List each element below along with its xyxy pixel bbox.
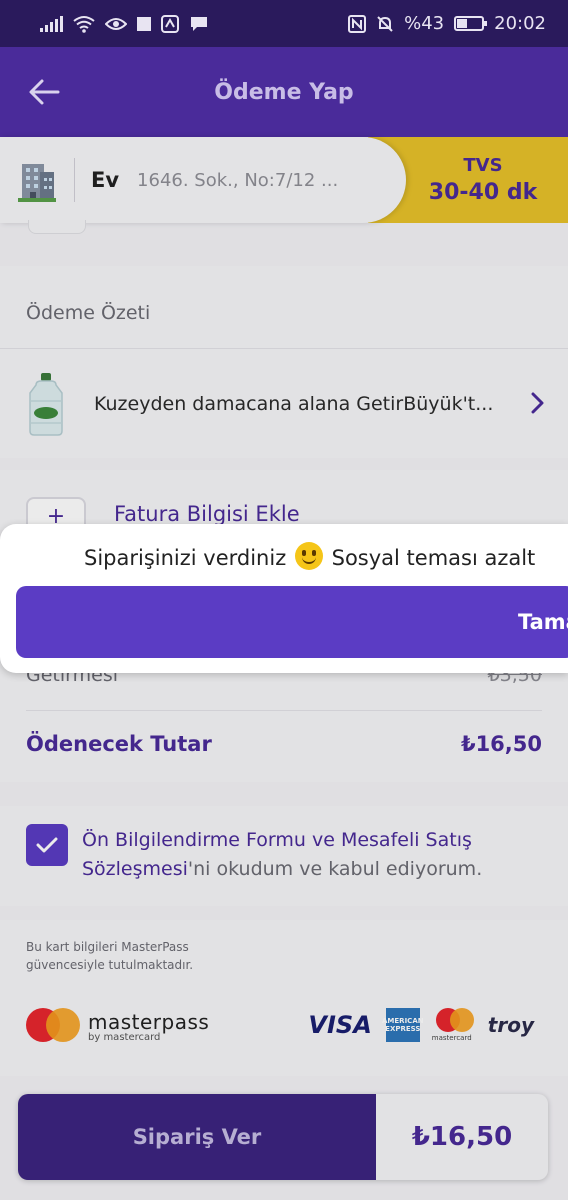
- water-bottle-icon: [29, 372, 63, 436]
- address-divider: [74, 158, 75, 202]
- product-row[interactable]: Kuzeyden damacana alana GetirBüyük't...: [0, 348, 568, 458]
- mastercard-text: mastercard: [431, 1034, 472, 1042]
- battery-icon: [454, 16, 488, 31]
- check-icon: [36, 837, 58, 853]
- status-icons-left: [40, 14, 209, 33]
- eye-icon: [105, 17, 127, 30]
- cellular-signal-icon: [40, 15, 63, 32]
- popup-message-start: Siparişinizi verdiniz: [84, 546, 287, 570]
- message-icon: [191, 16, 207, 31]
- agreement-checkbox[interactable]: [26, 824, 68, 866]
- visa-logo: VISA: [308, 1011, 372, 1039]
- total-value: ₺16,50: [460, 732, 542, 756]
- add-invoice-label[interactable]: Fatura Bilgisi Ekle: [114, 502, 300, 526]
- chevron-right-icon[interactable]: [530, 392, 544, 414]
- status-bar: %43 20:02: [0, 0, 568, 47]
- order-confirmation-popup: Siparişinizi verdiniz Sosyal teması azal…: [0, 524, 568, 673]
- order-price: ₺16,50: [411, 1122, 513, 1152]
- notification-square-icon: [137, 16, 151, 31]
- order-bar: Sipariş Ver ₺16,50: [18, 1094, 548, 1180]
- address-text: 1646. Sok., No:7/12 ...: [137, 169, 339, 191]
- page-title: Ödeme Yap: [214, 79, 354, 105]
- header: Ödeme Yap: [0, 47, 568, 137]
- delivery-eta: TVS 30-40 dk: [398, 137, 568, 223]
- masterpass-note: Bu kart bilgileri MasterPass güvencesiyl…: [26, 940, 194, 972]
- agreement-text: Ön Bilgilendirme Formu ve Mesafeli Satış…: [82, 826, 542, 884]
- app-notification-icon: [161, 14, 179, 33]
- popup-ok-label: Tama: [518, 610, 568, 634]
- battery-percent: %43: [404, 13, 445, 34]
- place-order-button[interactable]: Sipariş Ver: [18, 1094, 376, 1180]
- masterpass-word: masterpass: [88, 1009, 210, 1034]
- wifi-icon: [73, 15, 95, 33]
- collapsed-tab: [28, 220, 86, 234]
- divider: [26, 710, 542, 711]
- building-icon: [18, 164, 56, 202]
- masterpass-circles-icon: [26, 1008, 80, 1044]
- product-name: Kuzeyden damacana alana GetirBüyük't...: [94, 392, 494, 415]
- agreement-rest: 'ni okudum ve kabul ediyorum.: [187, 858, 483, 880]
- popup-message-end: Sosyal teması azalt: [331, 546, 536, 570]
- summary-title: Ödeme Özeti: [26, 302, 151, 324]
- eta-time: 30-40 dk: [428, 180, 538, 205]
- amex-logo: AMERICAN EXPRESS: [382, 1008, 424, 1042]
- smile-emoji-icon: [294, 542, 323, 570]
- mastercard-logo: mastercard: [431, 1008, 474, 1042]
- total-label: Ödenecek Tutar: [26, 732, 212, 756]
- troy-logo: troy: [487, 1013, 534, 1037]
- total-row: Ödenecek Tutar ₺16,50: [26, 732, 542, 756]
- clock: 20:02: [494, 13, 546, 34]
- status-icons-right: %43 20:02: [348, 13, 546, 34]
- address-label: Ev: [91, 168, 120, 192]
- masterpass-logo: masterpass by mastercard: [26, 1008, 209, 1044]
- back-arrow-icon[interactable]: [28, 77, 60, 107]
- card-brands: VISA AMERICAN EXPRESS mastercard troy: [308, 1008, 534, 1042]
- popup-ok-button[interactable]: Tama: [16, 586, 568, 658]
- eta-label: TVS: [463, 155, 503, 176]
- mute-bell-icon: [377, 15, 393, 32]
- popup-message: Siparişinizi verdiniz Sosyal teması azal…: [84, 542, 535, 570]
- nfc-icon: [348, 14, 367, 33]
- address-selector[interactable]: Ev 1646. Sok., No:7/12 ...: [0, 137, 406, 223]
